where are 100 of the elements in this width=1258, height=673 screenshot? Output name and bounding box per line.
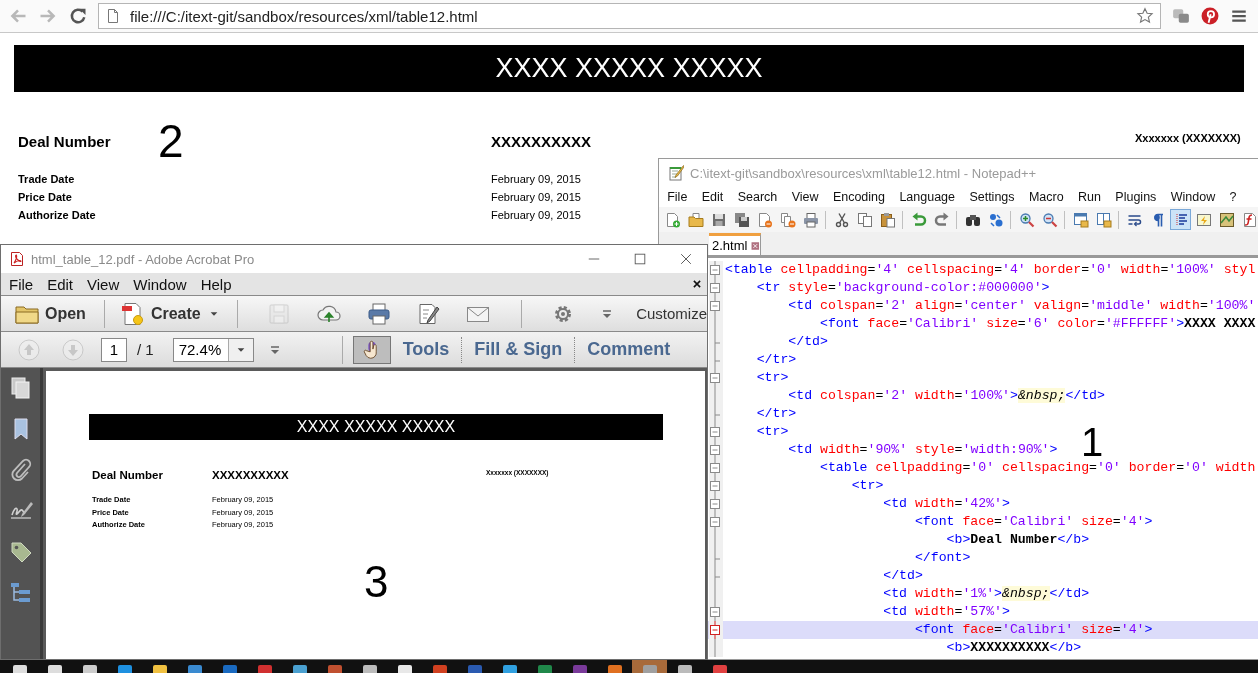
menu-item[interactable]: View [784,190,826,204]
code-line: <tr> [755,369,789,387]
menu-item[interactable]: Plugins [1108,190,1164,204]
open-button[interactable]: Open [15,298,86,329]
code-line: </tr> [755,351,797,369]
extension-icon[interactable] [1172,7,1190,25]
document-icon [120,301,145,326]
page-count: / 1 [137,341,154,358]
zoom-in-icon[interactable] [1018,211,1035,228]
reload-icon[interactable] [68,6,88,26]
code-line: <table cellpadding='0' cellspacing='0' border='0' width [818,459,1256,477]
code-line: <td colspan='2' width='100%'>&nbsp;</td> [787,387,1105,405]
code-line: <font face='Calibri' size='4'> [913,513,1153,531]
field-label: Authorize Date [17,208,97,223]
pdf-icon [9,251,25,267]
function-list-icon[interactable] [1241,211,1258,228]
menu-item[interactable]: Run [1070,190,1109,204]
field-label: Deal Number [91,469,164,481]
menu-item[interactable]: View [80,275,127,293]
menu-item[interactable]: Edit [40,275,81,293]
page-banner: XXXX XXXXX XXXXX [89,414,663,440]
save-all-icon[interactable] [733,211,750,228]
undo-icon[interactable] [910,211,927,228]
page-icon [105,8,121,24]
pane-tab[interactable]: Fill & Sign [462,339,575,360]
menu-item[interactable]: Language [892,190,963,204]
field-label: Deal Number [17,132,112,150]
annotation-number: 3 [363,559,390,604]
menu-item[interactable]: Search [730,190,785,204]
maximize-icon[interactable] [633,252,647,266]
menu-item[interactable]: Settings [962,190,1022,204]
pin-icon[interactable] [1201,7,1219,25]
star-icon[interactable] [1136,7,1154,25]
copy-icon[interactable] [856,211,873,228]
close-file-icon[interactable] [756,211,773,228]
code-line: <td width='90%' style='width:90%'> [787,441,1058,459]
code-line: </tr> [755,405,797,423]
code-line: <b>Deal Number</b> [945,531,1090,549]
folder-icon[interactable] [687,211,704,228]
menu-item[interactable]: Help [193,275,239,293]
printer-icon[interactable] [802,211,819,228]
page-number-field[interactable]: 1 [101,337,127,362]
field-value: XXXXXXXXXX [212,469,290,481]
menu-item[interactable]: File [2,275,41,293]
lightning-window-icon[interactable] [1195,211,1212,228]
pane-tab[interactable]: Comment [575,339,683,360]
menu-item[interactable]: ? [1222,190,1244,204]
file-tab[interactable]: 2.html [709,233,761,255]
field-value: February 09, 2015 [491,208,581,223]
replace-icon[interactable] [987,211,1004,228]
save-icon[interactable] [710,211,727,228]
create-button[interactable]: Create [120,298,219,329]
menu-item[interactable]: File [660,190,695,204]
page-banner: XXXX XXXXX XXXXX [14,45,1244,92]
tree-icon[interactable] [8,581,33,605]
zoom-out-icon[interactable] [1041,211,1058,228]
code-line: <td colspan='2' align='center' valign='middle' width='100%' [787,297,1256,315]
menu-item[interactable]: Edit [694,190,731,204]
code-line: <td width='1%'>&nbsp;</td> [882,585,1090,603]
window-lock-icon[interactable] [1095,211,1112,228]
code-line: <td width='42%'> [882,495,1010,513]
map-icon[interactable] [1218,211,1235,228]
pane-tab[interactable]: Tools [390,339,462,360]
field-value: February 09, 2015 [491,172,581,187]
menu-item[interactable]: Encoding [825,190,893,204]
code-line: <tr> [850,477,884,495]
customize-button[interactable]: Customize [636,305,707,322]
window-lock-icon[interactable] [1072,211,1089,228]
field-label: Price Date [17,190,73,205]
new-file-icon[interactable] [664,211,681,228]
collapse-icon[interactable] [709,261,723,279]
menu-item[interactable]: Window [1163,190,1223,204]
close-icon[interactable] [692,279,702,289]
window-title: html_table_12.pdf - Adobe Acrobat Pro [31,251,256,267]
code-line: <tr style='background-color:#000000'> [755,279,1050,297]
code-line: <font face='Calibri' size='6' color='#FFFFFF'>XXXX XXXX [818,315,1256,333]
code-line: <td width='57%'> [882,603,1010,621]
paperclip-icon[interactable] [8,458,33,482]
window-title: C:\itext-git\sandbox\resources\xml\table12.html - Notepad++ [690,165,1037,181]
redo-icon[interactable] [933,211,950,228]
address-field[interactable]: file:///C:/itext-git/sandbox/resources/xml/table12.html [98,3,1161,29]
tag-icon[interactable] [8,540,33,564]
printer-icon[interactable] [366,301,391,326]
close-all-icon[interactable] [779,211,796,228]
menu-item[interactable]: Window [126,275,194,293]
code-line: </td> [787,333,828,351]
code-line: <table cellpadding='4' cellspacing='4' border='0' width='100%' styl [724,261,1256,279]
menu-icon[interactable] [1230,7,1248,25]
code-line: <tr> [755,423,789,441]
paste-icon[interactable] [879,211,896,228]
document-pen-icon[interactable] [416,301,441,326]
pages-icon[interactable] [8,376,33,400]
hand-tool-button[interactable] [352,335,391,364]
menu-item[interactable]: Macro [1021,190,1071,204]
code-line: </font> [913,549,971,567]
scissors-icon[interactable] [833,211,850,228]
close-icon[interactable] [679,252,693,266]
header-text: Xxxxxxx (XXXXXXX) [1135,132,1241,144]
zoom-field[interactable]: 72.4% [172,337,254,362]
annotation-number: 1 [1081,426,1104,458]
